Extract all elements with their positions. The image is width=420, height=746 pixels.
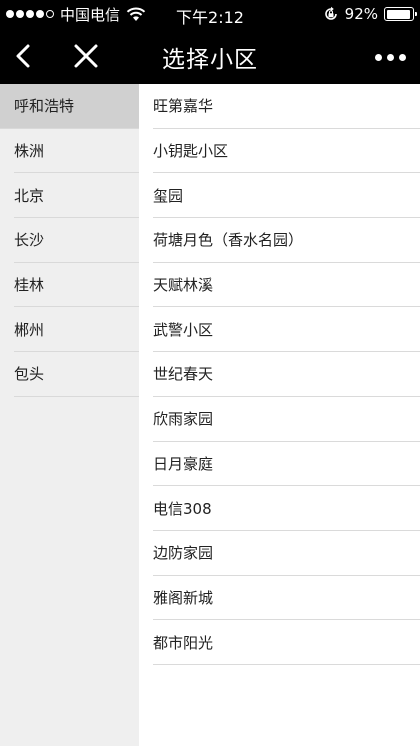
sidebar-item-city[interactable]: 长沙 xyxy=(14,218,139,263)
community-list-item[interactable]: 世纪春天 xyxy=(153,352,420,397)
sidebar-item-city[interactable]: 桂林 xyxy=(14,263,139,308)
community-list-item[interactable]: 雅阁新城 xyxy=(153,576,420,621)
sidebar-item-city[interactable]: 呼和浩特 xyxy=(0,84,139,129)
community-list-item[interactable]: 边防家园 xyxy=(153,531,420,576)
community-list-item[interactable]: 武警小区 xyxy=(153,307,420,353)
sidebar-item-city[interactable]: 株洲 xyxy=(14,129,139,174)
community-list-item[interactable]: 荷塘月色（香水名园） xyxy=(153,218,420,263)
orientation-lock-icon xyxy=(324,6,337,20)
navigation-bar: 选择小区 xyxy=(0,28,420,84)
sidebar-item-city[interactable]: 北京 xyxy=(14,173,139,219)
sidebar-item-city[interactable]: 郴州 xyxy=(14,307,139,353)
battery-icon xyxy=(384,7,417,21)
more-icon[interactable] xyxy=(375,50,406,65)
battery-percent: 92% xyxy=(344,5,378,23)
city-sidebar: 呼和浩特 株洲 北京 长沙 桂林 郴州 包头 xyxy=(0,84,139,746)
content: 呼和浩特 株洲 北京 长沙 桂林 郴州 包头 旺第嘉华 小钥匙小区 玺园 荷塘月色（香水名园） 天赋… xyxy=(0,84,420,746)
community-list-item[interactable]: 电信308 xyxy=(153,486,420,531)
back-icon[interactable] xyxy=(10,40,38,72)
sidebar-item-city[interactable]: 包头 xyxy=(14,352,139,397)
community-list-item[interactable]: 日月豪庭 xyxy=(153,442,420,487)
community-list-item[interactable]: 都市阳光 xyxy=(153,620,420,665)
page-title: 选择小区 xyxy=(162,47,258,73)
community-list-item[interactable]: 小钥匙小区 xyxy=(153,129,420,174)
community-list-item[interactable]: 旺第嘉华 xyxy=(153,84,420,129)
status-right: 92% xyxy=(323,4,417,24)
close-icon[interactable] xyxy=(72,42,100,70)
community-list-item[interactable]: 欣雨家园 xyxy=(153,397,420,442)
battery-fill xyxy=(386,9,410,19)
community-list-item[interactable]: 玺园 xyxy=(153,173,420,219)
status-bar: 中国电信 下午2:12 92% xyxy=(0,0,420,28)
community-list-item[interactable]: 天赋林溪 xyxy=(153,263,420,308)
community-list: 旺第嘉华 小钥匙小区 玺园 荷塘月色（香水名园） 天赋林溪 武警小区 世纪春天 欣雨家园 日月豪… xyxy=(139,84,420,746)
